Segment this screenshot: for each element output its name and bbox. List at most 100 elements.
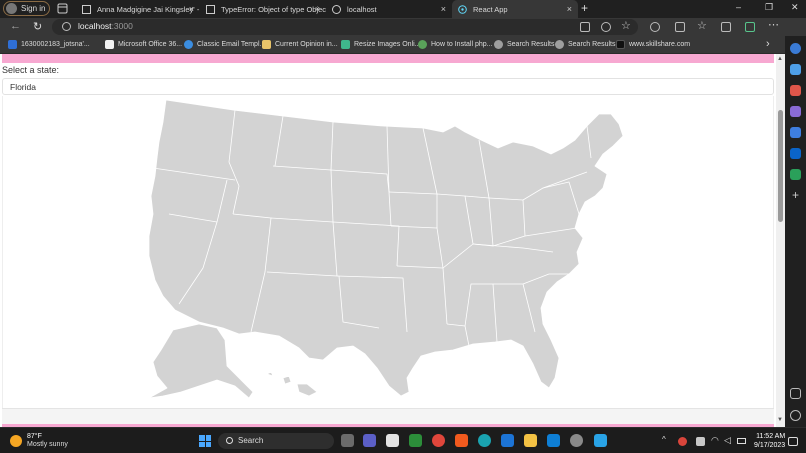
favorite-label: Resize Images Onli... [354,41,421,48]
signin-label: Sign in [21,4,46,13]
address-bar[interactable] [52,19,638,35]
edge-sidebar: + [785,36,806,427]
settings-gear-icon[interactable] [790,410,801,421]
minimize-button[interactable]: – [736,2,741,12]
favorite-star-icon[interactable]: ☆ [621,19,631,32]
header-accent-bar [2,54,774,63]
tray-chevron-icon[interactable]: ^ [662,435,666,444]
tab-anna[interactable]: Anna Madgigine Jai Kingsley' - W × [76,0,200,18]
browser-toolbar: ← ↻ localhost:3000 ☆ ☆ ⋯ [0,18,806,36]
favorite-item[interactable]: www.skillshare.com [616,40,690,49]
extension-icon[interactable] [745,22,755,32]
notepad-icon[interactable] [594,434,607,447]
favorite-item[interactable]: How to Install php... [418,40,492,49]
favorites-icon[interactable]: ☆ [697,19,707,32]
split-screen-icon[interactable] [675,22,685,32]
skillshare-icon [616,40,625,49]
maximize-button[interactable]: ❐ [765,2,773,13]
tag-icon[interactable] [790,64,801,75]
brave-icon[interactable] [455,434,468,447]
teams-icon[interactable] [363,434,376,447]
favorite-label: 1630002183_jotsna'... [21,41,90,48]
scroll-down-arrow-icon[interactable]: ▼ [777,417,783,423]
search-results-icon [555,40,564,49]
site-info-icon[interactable] [62,22,71,31]
scrollbar-thumb[interactable] [778,110,783,222]
store-icon[interactable] [386,434,399,447]
globe-icon [332,4,341,14]
games-icon[interactable] [790,106,801,117]
tab-close-icon[interactable]: × [441,4,446,14]
start-windows-icon[interactable] [199,435,211,447]
tab-close-icon[interactable]: × [315,4,320,14]
excel-icon[interactable] [409,434,422,447]
favorite-label: Search Results [568,41,616,48]
chrome-icon[interactable] [432,434,445,447]
favorite-item[interactable]: Classic Email Templ... [184,40,265,49]
favorite-item[interactable]: Resize Images Onli... [341,40,421,49]
profile-signin-button[interactable]: Sign in [3,1,50,16]
toolbox-icon[interactable] [790,85,801,96]
tab-close-icon[interactable]: × [567,4,572,14]
journal-icon [262,40,271,49]
favorite-label: Microsoft Office 36... [118,41,183,48]
mail-icon[interactable] [501,434,514,447]
url-text[interactable]: localhost:3000 [78,21,133,31]
app-available-icon[interactable] [580,22,590,32]
drop-icon[interactable] [790,169,801,180]
screen: Sign in Anna Madgigine Jai Kingsley' - W… [0,0,806,453]
hawaii-shape[interactable] [266,371,318,397]
weather-widget[interactable]: 87°F Mostly sunny [10,433,68,449]
read-aloud-icon[interactable] [601,22,611,32]
tray-app-icon[interactable] [696,437,705,446]
taskbar-clock[interactable]: 11:52 AM 9/17/2023 [754,432,785,450]
outlook-icon[interactable] [790,148,801,159]
tab-label: localhost [347,4,377,14]
favorite-item[interactable]: 1630002183_jotsna'... [8,40,90,49]
tab-localhost[interactable]: localhost × [326,0,452,18]
battery-icon[interactable] [737,438,746,444]
settings-icon[interactable] [570,434,583,447]
favorites-more-chevron-icon[interactable]: › [766,38,770,50]
wifi-icon[interactable]: ◠ [711,435,719,446]
edge-icon[interactable] [478,434,491,447]
tab-actions-icon[interactable] [57,3,68,14]
weather-temp: 87°F [27,433,42,440]
refresh-extension-icon[interactable] [650,22,660,32]
task-view-icon[interactable] [341,434,354,447]
file-explorer-icon[interactable] [524,434,537,447]
scroll-up-arrow-icon[interactable]: ▲ [777,56,783,62]
collections-icon[interactable] [721,22,731,32]
notification-bell-icon[interactable] [788,437,798,446]
react-icon [458,4,467,14]
state-select[interactable]: Florida [2,78,774,95]
add-icon[interactable]: + [790,189,801,201]
copilot-icon[interactable] [790,127,801,138]
tray-app-icon[interactable] [678,437,687,446]
refresh-icon[interactable]: ↻ [33,20,42,33]
favorite-label: www.skillshare.com [629,41,691,48]
url-host: localhost [78,21,112,31]
back-arrow-icon[interactable]: ← [10,20,21,32]
sun-icon [10,435,22,447]
alaska-shape[interactable] [148,323,254,399]
favorite-item[interactable]: Search Results [494,40,554,49]
office-icon [105,40,114,49]
tab-typeerror[interactable]: TypeError: Object of type Object × [200,0,326,18]
favorite-label: Classic Email Templ... [197,41,266,48]
new-tab-button[interactable]: + [581,1,588,15]
vscode-icon[interactable] [547,434,560,447]
volume-icon[interactable]: ◁ [724,435,731,446]
sidebar-toggle-icon[interactable] [790,388,801,399]
favorite-item[interactable]: Microsoft Office 36... [105,40,182,49]
page-scrollbar[interactable]: ▲ ▼ [776,54,785,427]
close-window-button[interactable]: ✕ [791,2,799,13]
search-icon[interactable] [790,43,801,54]
tab-react-app[interactable]: React App × [452,0,578,18]
favorite-item[interactable]: Search Results [555,40,615,49]
more-menu-icon[interactable]: ⋯ [768,18,779,31]
favorite-item[interactable]: Current Opinion in... [262,40,338,49]
taskbar-search[interactable]: Search [218,433,334,449]
favorite-label: Search Results [507,41,555,48]
tab-close-icon[interactable]: × [189,4,194,14]
